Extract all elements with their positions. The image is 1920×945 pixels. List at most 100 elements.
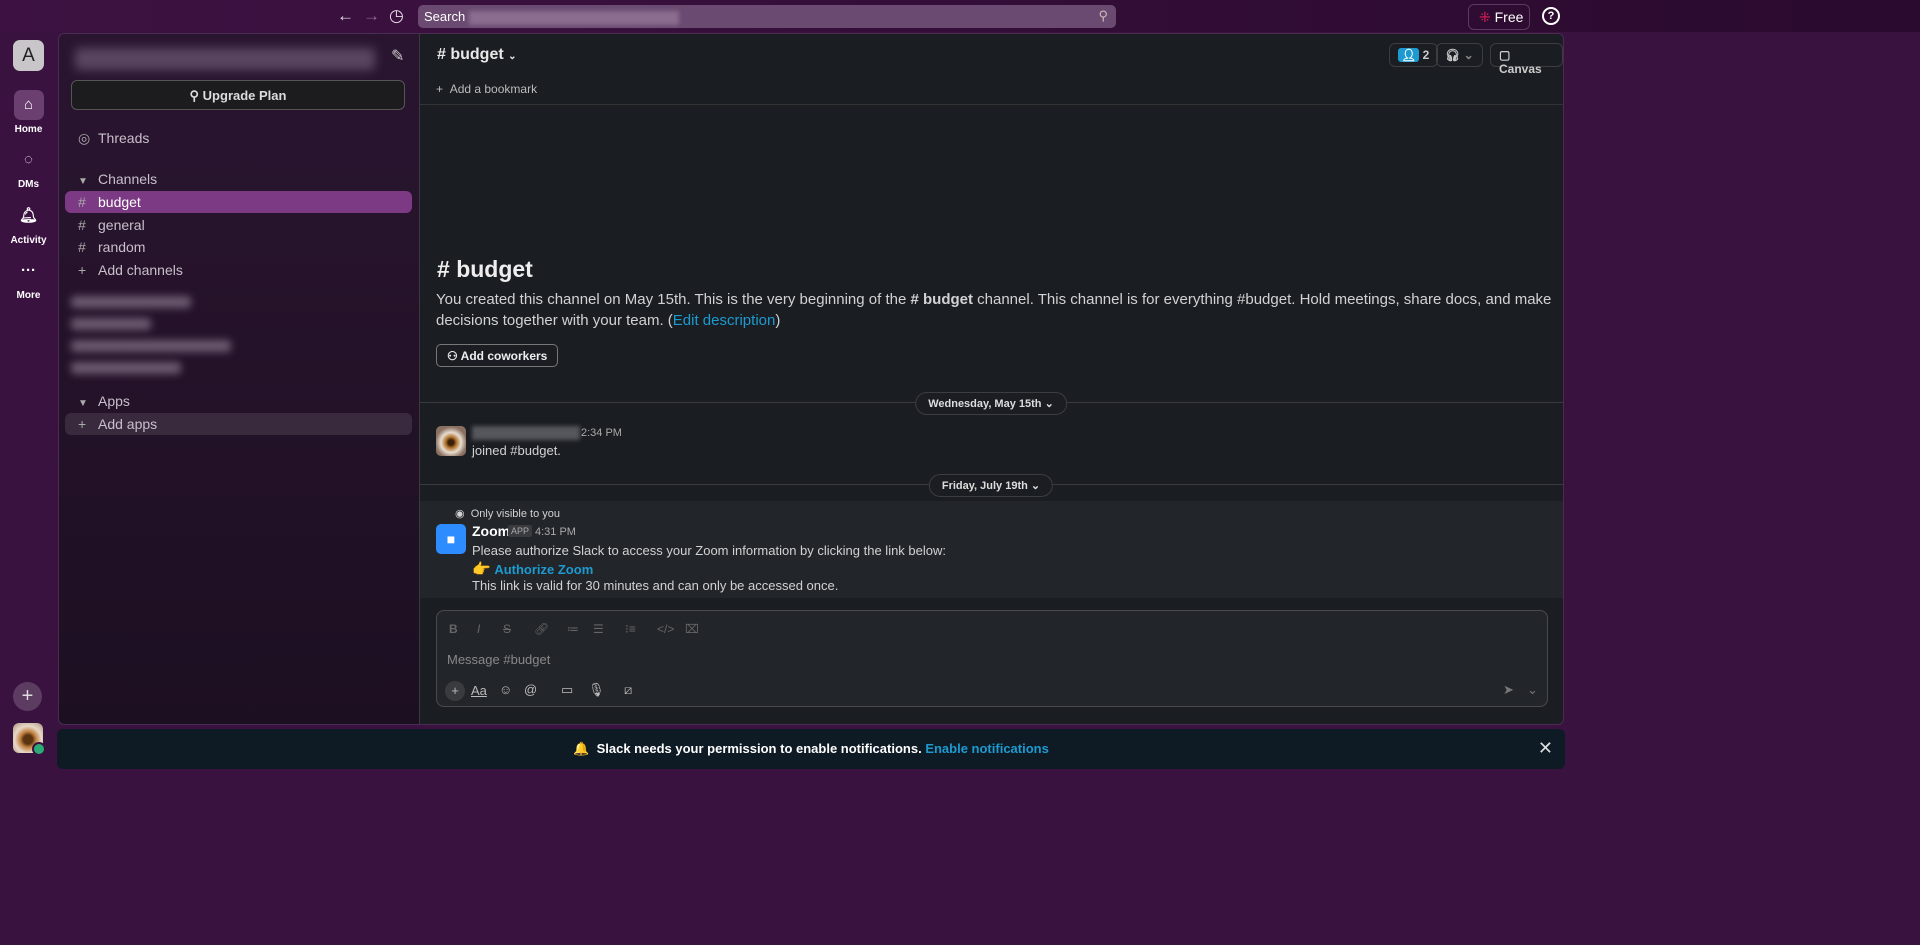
dm-item-blurred[interactable] — [71, 362, 181, 374]
add-coworkers-button[interactable]: ⚇ Add coworkers — [436, 344, 559, 367]
authorize-zoom-link[interactable]: Authorize Zoom — [494, 562, 593, 577]
ordered-list-icon[interactable]: ≔ — [567, 622, 579, 636]
strikethrough-icon[interactable]: S — [503, 622, 511, 636]
sender-name-blurred[interactable] — [472, 426, 580, 440]
canvas-button[interactable]: ▢ Canvas — [1490, 43, 1563, 76]
date-label: Wednesday, May 15th — [928, 398, 1042, 410]
hash-icon: # — [78, 217, 86, 233]
add-coworkers-label: Add coworkers — [460, 349, 548, 363]
rail-dms[interactable]: ◌ DMs — [0, 145, 57, 190]
link-icon[interactable]: 🔗︎ — [534, 622, 549, 636]
rail-activity[interactable]: 🔔︎ Activity — [0, 201, 57, 246]
label: Channels — [98, 171, 158, 187]
history-icon[interactable]: ◷ — [389, 6, 404, 26]
hash-icon: # — [78, 194, 86, 210]
rail-more[interactable]: ··· More — [0, 256, 57, 301]
add-channels-button[interactable]: + Add channels — [65, 259, 412, 281]
bell-icon: 🔔︎ — [18, 207, 39, 224]
pointing-hand-emoji: 👉 — [472, 561, 491, 578]
dm-item-blurred[interactable] — [71, 296, 191, 308]
date-divider: Friday, July 19th ⌄ — [420, 474, 1563, 497]
label: budget — [98, 194, 141, 210]
sidebar-item-threads[interactable]: ◎ Threads — [65, 127, 412, 149]
date-pill[interactable]: Wednesday, May 15th ⌄ — [915, 392, 1067, 415]
compose-icon[interactable]: ✎ — [391, 46, 404, 66]
hash-icon: # — [78, 239, 86, 255]
sidebar-item-budget[interactable]: # budget — [65, 191, 412, 213]
microphone-icon[interactable]: 🎙︎ — [588, 682, 605, 698]
eye-icon: ◉ — [455, 508, 465, 520]
notification-banner: 🔔 Slack needs your permission to enable … — [57, 729, 1565, 769]
label: general — [98, 217, 145, 233]
sender-name[interactable]: Zoom — [472, 523, 510, 539]
app-badge: APP — [508, 525, 533, 537]
blockquote-icon[interactable]: ⁝≡ — [625, 622, 636, 636]
slash-command-icon[interactable]: ⧄ — [624, 682, 632, 698]
send-icon[interactable]: ➤ — [1503, 682, 1514, 698]
video-icon[interactable]: ▭ — [561, 682, 573, 698]
message-zoom: ◉ Only visible to you ■ Zoom APP 4:31 PM… — [420, 501, 1563, 598]
notification-text: Slack needs your permission to enable no… — [596, 741, 922, 756]
date-label: Friday, July 19th — [941, 480, 1028, 492]
rocket-icon: ⚲ — [189, 88, 200, 103]
edit-description-link[interactable]: Edit description — [673, 312, 776, 329]
bold-icon[interactable]: B — [449, 622, 458, 636]
code-block-icon[interactable]: ⌧ — [685, 622, 699, 636]
search-input[interactable]: Search ⚲ — [418, 5, 1116, 28]
help-icon[interactable]: ? — [1542, 7, 1560, 25]
forward-icon[interactable]: → — [363, 6, 380, 26]
attach-plus-icon[interactable]: + — [445, 681, 465, 701]
back-icon[interactable]: ← — [337, 6, 354, 26]
message-time[interactable]: 2:34 PM — [581, 427, 622, 439]
user-avatar[interactable] — [13, 723, 46, 756]
date-pill[interactable]: Friday, July 19th ⌄ — [928, 474, 1054, 497]
canvas-icon: ▢ — [1499, 48, 1511, 62]
sidebar-item-general[interactable]: # general — [65, 214, 412, 236]
label: Apps — [98, 393, 130, 409]
sidebar-item-random[interactable]: # random — [65, 236, 412, 258]
message-time[interactable]: 4:31 PM — [535, 526, 576, 538]
caret-down-icon: ▼ — [78, 398, 88, 409]
member-avatar-icon: 👤︎ — [1398, 48, 1420, 62]
intro-title: # budget — [437, 256, 533, 282]
close-icon[interactable]: ✕ — [1538, 738, 1553, 759]
visibility-note: ◉ Only visible to you — [455, 507, 560, 520]
add-person-icon: ⚇ — [447, 349, 458, 363]
rail-home[interactable]: ⌂ Home — [0, 90, 57, 135]
dm-item-blurred[interactable] — [71, 318, 151, 330]
search-placeholder: Search — [424, 9, 469, 24]
apps-section-header[interactable]: ▼ Apps — [65, 390, 412, 412]
top-bar: ← → ◷ Search ⚲ ⁜ Free ? — [0, 0, 1920, 32]
add-bookmark-button[interactable]: + Add a bookmark — [436, 82, 537, 96]
rail-label: Activity — [10, 235, 47, 246]
label: random — [98, 239, 146, 255]
add-apps-button[interactable]: + Add apps — [65, 413, 412, 435]
home-icon: ⌂ — [13, 90, 44, 120]
authorize-line: 👉 Authorize Zoom — [472, 560, 593, 578]
channel-title-button[interactable]: # budget ⌄ — [437, 46, 517, 64]
code-icon[interactable]: </> — [657, 622, 674, 636]
formatting-icon[interactable]: Aa — [471, 683, 487, 698]
user-avatar[interactable] — [436, 426, 466, 456]
members-button[interactable]: 👤︎ 2 — [1389, 43, 1439, 67]
plan-button[interactable]: ⁜ Free — [1468, 4, 1530, 30]
channel-mention[interactable]: # budget — [910, 291, 973, 308]
send-options-chevron-icon[interactable]: ⌄ — [1527, 682, 1538, 698]
mention-icon[interactable]: @ — [524, 682, 537, 697]
add-workspace-button[interactable]: + — [13, 682, 42, 711]
dm-item-blurred[interactable] — [71, 340, 231, 352]
emoji-icon[interactable]: ☺ — [499, 682, 512, 697]
intro-channel-name: budget — [456, 256, 533, 282]
zoom-app-avatar[interactable]: ■ — [436, 524, 466, 554]
enable-notifications-link[interactable]: Enable notifications — [925, 741, 1049, 756]
workspace-switcher[interactable]: A — [13, 40, 44, 71]
channels-section-header[interactable]: ▼ Channels — [65, 168, 412, 190]
huddle-button[interactable]: 🎧︎ ⌄ — [1436, 43, 1483, 67]
workspace-name-blurred[interactable] — [75, 48, 375, 70]
italic-icon[interactable]: I — [477, 622, 480, 636]
upgrade-plan-button[interactable]: ⚲ Upgrade Plan — [71, 80, 405, 110]
chevron-down-icon: ⌄ — [1463, 48, 1474, 62]
message-text: joined #budget. — [472, 443, 561, 458]
message-input[interactable]: Message #budget — [447, 652, 550, 667]
bullet-list-icon[interactable]: ☰ — [593, 622, 604, 636]
